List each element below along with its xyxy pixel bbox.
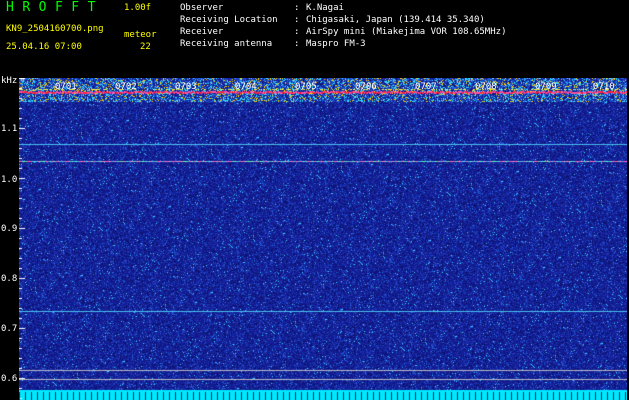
info-label-location: Receiving Location bbox=[180, 15, 278, 25]
info-value-location: Chigasaki, Japan (139.414 35.340) bbox=[306, 15, 485, 25]
header-panel: HROFFT 1.00f KN9_2504160700.png meteor 2… bbox=[0, 0, 629, 76]
info-separator: : bbox=[294, 39, 300, 49]
y-tick-label: 0.9 bbox=[1, 224, 18, 234]
y-axis-unit: kHz bbox=[1, 76, 18, 86]
x-tick-label: 0704 bbox=[235, 82, 257, 92]
info-value-observer: K.Nagai bbox=[306, 3, 344, 13]
x-tick-label: 0708 bbox=[475, 82, 497, 92]
x-tick-label: 0702 bbox=[115, 82, 137, 92]
file-name: KN9_2504160700.png bbox=[6, 24, 104, 34]
y-tick-label: 1.1 bbox=[1, 124, 18, 134]
app-version: 1.00f bbox=[124, 3, 152, 13]
info-separator: : bbox=[294, 3, 300, 13]
x-tick-label: 0706 bbox=[355, 82, 377, 92]
x-tick-label: 0710 bbox=[593, 82, 615, 92]
x-tick-label: 0707 bbox=[415, 82, 437, 92]
spectrogram-plot bbox=[19, 78, 627, 400]
info-label-antenna: Receiving antenna bbox=[180, 39, 273, 49]
info-label-receiver: Receiver bbox=[180, 27, 224, 37]
meteor-count: 22 bbox=[140, 42, 151, 52]
app-title: HROFFT bbox=[6, 0, 104, 15]
info-label-observer: Observer bbox=[180, 3, 224, 13]
y-tick-label: 0.8 bbox=[1, 274, 18, 284]
x-tick-label: 0709 bbox=[535, 82, 557, 92]
info-separator: : bbox=[294, 15, 300, 25]
y-tick-label: 0.7 bbox=[1, 324, 18, 334]
info-value-receiver: AirSpy mini (Miakejima VOR 108.65MHz) bbox=[306, 27, 507, 37]
x-tick-label: 0705 bbox=[295, 82, 317, 92]
x-tick-label: 0701 bbox=[55, 82, 77, 92]
y-tick-label: 1.0 bbox=[1, 175, 18, 185]
observation-datetime: 25.04.16 07:00 bbox=[6, 42, 82, 52]
info-value-antenna: Maspro FM-3 bbox=[306, 39, 366, 49]
y-tick-label: 0.6 bbox=[1, 374, 18, 384]
x-tick-label: 0703 bbox=[175, 82, 197, 92]
meteor-label: meteor bbox=[124, 30, 157, 40]
info-separator: : bbox=[294, 27, 300, 37]
